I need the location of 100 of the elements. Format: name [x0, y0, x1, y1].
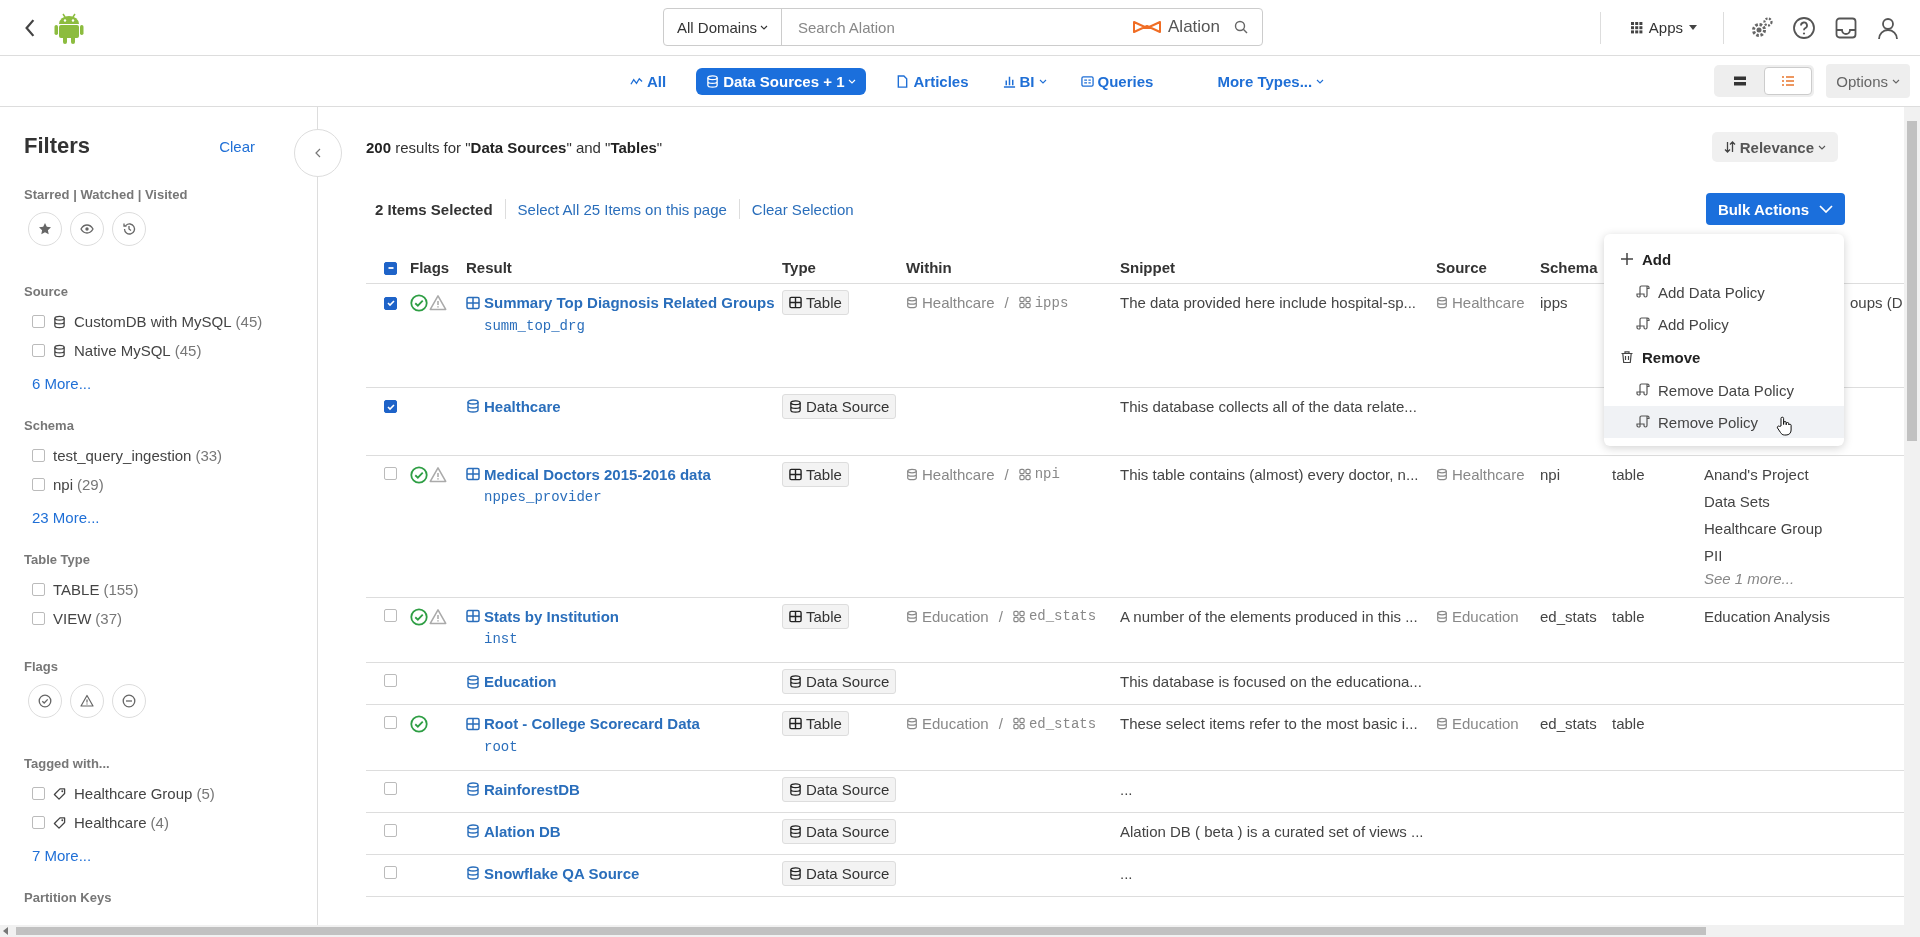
path-separator: / — [998, 607, 1003, 625]
menu-item[interactable]: Add Policy — [1604, 308, 1844, 340]
type-tab[interactable]: Articles — [892, 67, 973, 95]
object-type: table — [1612, 715, 1645, 732]
filter-count: (45) — [235, 313, 263, 330]
path-separator: / — [1004, 294, 1009, 311]
more-link[interactable]: 7 More... — [32, 847, 92, 864]
more-link[interactable]: 6 More... — [32, 375, 92, 392]
checkbox[interactable] — [32, 787, 45, 800]
checkbox[interactable] — [32, 816, 45, 829]
database-icon — [1436, 717, 1448, 730]
options-button[interactable]: Options — [1826, 64, 1910, 98]
row-checkbox[interactable] — [384, 781, 397, 795]
schema-name: ed_stats — [1540, 715, 1597, 732]
row-checkbox[interactable] — [384, 608, 397, 622]
clear-selection-link[interactable]: Clear Selection — [751, 200, 854, 218]
row-checkbox[interactable] — [384, 400, 397, 413]
collapse-sidebar-button[interactable] — [294, 129, 342, 177]
row-checkbox[interactable] — [384, 716, 397, 729]
row-checkbox[interactable] — [384, 466, 397, 480]
type-badge: Data Source — [782, 393, 897, 419]
row-checkbox[interactable] — [384, 865, 397, 879]
scroll-left-arrow-icon[interactable] — [3, 927, 9, 935]
schema-icon — [1018, 467, 1031, 481]
select-all-link[interactable]: Select All 25 Items on this page — [517, 200, 727, 218]
type-badge: Table — [782, 603, 849, 629]
result-link[interactable]: Summary Top Diagnosis Related Groups — [466, 294, 775, 311]
domain-dropdown[interactable]: All Domains — [664, 9, 782, 45]
help-icon — [1792, 15, 1816, 40]
menu-item[interactable]: Add Data Policy — [1604, 276, 1844, 308]
path-separator: / — [998, 715, 1003, 732]
table-icon — [466, 295, 480, 310]
grid-icon — [1630, 21, 1643, 34]
type-tab[interactable]: BI — [998, 67, 1051, 95]
path-separator: / — [1004, 465, 1009, 483]
checkbox[interactable] — [32, 478, 45, 491]
column-header: Type — [782, 259, 816, 276]
database-icon — [466, 399, 480, 413]
checkbox[interactable] — [32, 344, 45, 357]
checkmark-icon — [385, 401, 396, 412]
tag-text: Healthcare Group — [1704, 519, 1823, 537]
result-link[interactable]: Root - College Scorecard Data — [466, 715, 700, 732]
menu-item[interactable]: Remove Policy — [1604, 406, 1844, 438]
column-header: Schema — [1540, 259, 1598, 276]
type-tab[interactable]: More Types... — [1213, 67, 1329, 95]
menu-section-title: Add — [1642, 250, 1672, 268]
filter-count: (45) — [174, 342, 202, 359]
search-bar[interactable]: All Domains Search Alation Alation — [663, 8, 1263, 46]
result-link[interactable]: Stats by Institution — [466, 607, 619, 625]
horizontal-scrollbar[interactable] — [0, 925, 1920, 937]
sort-dropdown[interactable]: Relevance — [1711, 132, 1838, 162]
database-icon — [789, 675, 802, 688]
row-checkbox[interactable] — [384, 674, 397, 687]
query-icon — [1080, 74, 1094, 88]
snippet-text: This table contains (almost) every doctor, n... — [1120, 465, 1419, 483]
source-name: Healthcare — [1452, 465, 1525, 483]
checkbox[interactable] — [32, 583, 45, 596]
column-header: Result — [466, 259, 512, 276]
apps-menu-button[interactable]: Apps — [1599, 11, 1724, 44]
database-icon — [466, 824, 480, 838]
row-checkbox[interactable] — [384, 296, 397, 310]
checkbox[interactable] — [32, 612, 45, 625]
database-icon — [789, 824, 802, 838]
result-link[interactable]: Healthcare — [466, 397, 561, 415]
database-icon — [789, 866, 802, 880]
table-icon — [789, 609, 802, 623]
bowtie-logo-icon — [1132, 20, 1162, 34]
select-all-checkbox[interactable] — [384, 261, 397, 275]
database-icon — [906, 296, 918, 309]
database-icon — [466, 866, 480, 880]
policy-icon — [1636, 285, 1650, 299]
result-link[interactable]: Education — [466, 673, 557, 690]
see-more-link[interactable]: See 1 more... — [1704, 569, 1904, 587]
type-tab[interactable]: Queries — [1076, 67, 1158, 95]
result-link[interactable]: Medical Doctors 2015-2016 data — [466, 465, 711, 483]
inbox-icon — [1834, 15, 1858, 40]
warning-icon — [429, 465, 447, 484]
checkbox[interactable] — [32, 315, 45, 328]
type-tab[interactable]: All — [626, 67, 671, 95]
schema-icon — [1012, 717, 1025, 730]
filter-section-title: Starred | Watched | Visited — [24, 187, 188, 202]
result-link[interactable]: Snowflake QA Source — [466, 864, 640, 882]
menu-item[interactable]: Remove Data Policy — [1604, 374, 1844, 406]
vertical-scrollbar[interactable] — [1904, 107, 1920, 925]
type-badge: Table — [782, 711, 849, 736]
filter-count: (29) — [77, 476, 104, 493]
bulk-actions-button[interactable]: Bulk Actions — [1705, 193, 1845, 225]
clear-link[interactable]: Clear — [219, 137, 255, 155]
history-icon — [122, 222, 136, 236]
row-checkbox[interactable] — [384, 823, 397, 837]
type-tab[interactable]: Data Sources + 1 — [696, 67, 867, 95]
policy-icon — [1636, 317, 1650, 331]
more-link[interactable]: 23 More... — [32, 509, 100, 526]
checkbox[interactable] — [32, 449, 45, 462]
schema-icon — [1018, 296, 1031, 309]
result-link[interactable]: RainforestDB — [466, 780, 580, 798]
sort-icon — [1723, 141, 1736, 153]
tag-icon — [53, 786, 66, 801]
result-link[interactable]: Alation DB — [466, 822, 561, 840]
database-icon — [906, 609, 918, 623]
